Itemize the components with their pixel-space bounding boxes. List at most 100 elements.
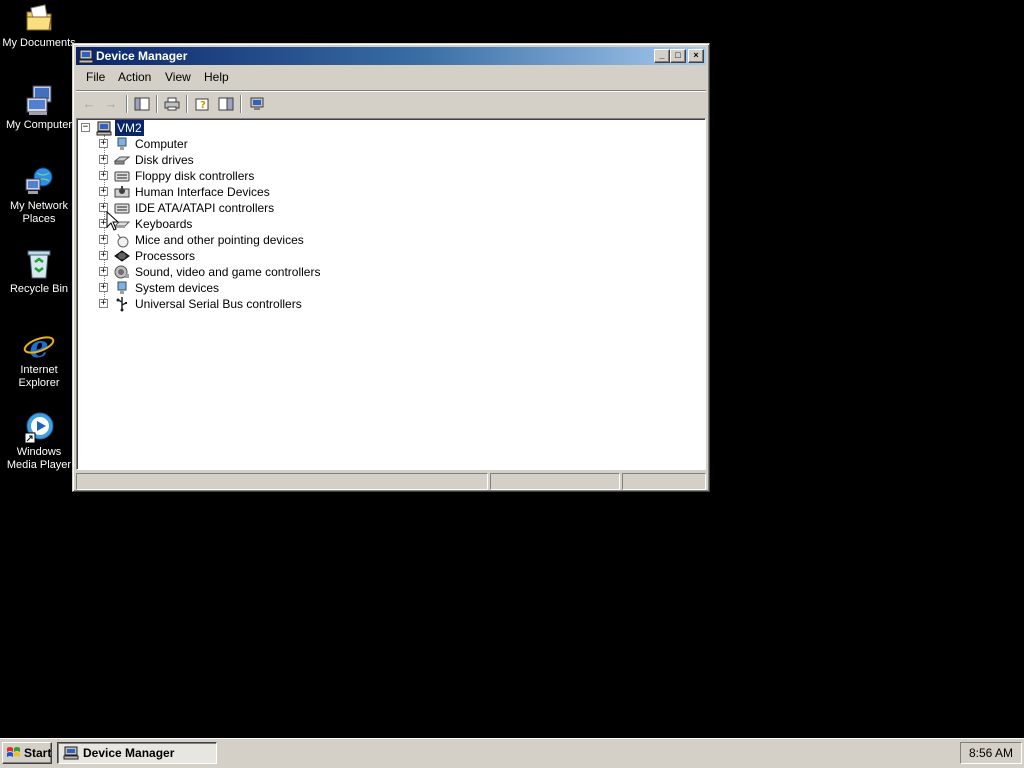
back-icon[interactable]: ← <box>79 95 99 113</box>
tree-item-usb-controllers[interactable]: + Universal Serial Bus controllers <box>99 296 399 312</box>
tree-item-disk-drives[interactable]: + Disk drives <box>99 152 399 168</box>
menu-action[interactable]: Action <box>118 70 151 84</box>
desktop-icon-label: My Computer <box>5 119 73 131</box>
expand-icon[interactable]: + <box>99 235 108 244</box>
svg-text:?: ? <box>200 100 206 111</box>
expand-icon[interactable]: + <box>99 155 108 164</box>
toolbar-separator <box>240 95 242 113</box>
desktop-icon-label: My Network Places <box>9 200 69 225</box>
help-icon[interactable] <box>216 95 236 113</box>
tree-item-sound-video-game-controllers[interactable]: + Sound, video and game controllers <box>99 264 399 280</box>
expand-icon[interactable]: + <box>99 171 108 180</box>
start-label: Start <box>24 746 52 760</box>
desktop-icon-label: My Documents <box>2 37 76 49</box>
media-player-icon <box>23 411 55 444</box>
tree-item-label: IDE ATA/ATAPI controllers <box>135 201 275 215</box>
scan-hardware-icon[interactable] <box>247 95 267 113</box>
disk-drive-icon <box>113 152 131 168</box>
maximize-button[interactable]: □ <box>670 49 686 63</box>
hid-icon <box>114 184 130 200</box>
expand-icon[interactable]: + <box>99 267 108 276</box>
tree-item-label: Sound, video and game controllers <box>135 265 321 279</box>
taskbar: Start Device Manager 8:56 AM <box>0 738 1024 768</box>
status-panel-main <box>76 473 488 490</box>
menu-file[interactable]: File <box>86 70 105 84</box>
minimize-icon: _ <box>659 50 665 60</box>
svg-text:e: e <box>29 330 48 361</box>
device-tree[interactable]: − VM2 + Computer + Disk drives + Floppy … <box>76 118 706 470</box>
tree-item-label: System devices <box>135 281 220 295</box>
show-hide-tree-icon[interactable] <box>132 95 152 113</box>
desktop-icon-label: Recycle Bin <box>9 283 69 295</box>
forward-icon[interactable]: → <box>101 95 121 113</box>
desktop: My Documents My Computer My Network Plac… <box>0 0 1024 738</box>
system-tray[interactable]: 8:56 AM <box>960 742 1022 764</box>
toolbar: ← → ? <box>76 90 706 116</box>
tree-item-floppy-disk-controllers[interactable]: + Floppy disk controllers <box>99 168 399 184</box>
maximize-icon: □ <box>675 50 681 60</box>
device-manager-icon <box>63 746 79 760</box>
menu-help[interactable]: Help <box>204 70 229 84</box>
desktop-icon-label: Internet Explorer <box>18 364 60 389</box>
taskbar-item-label: Device Manager <box>83 746 175 760</box>
tree-item-system-devices[interactable]: + System devices <box>99 280 399 296</box>
tree-item-keyboards[interactable]: + Keyboards <box>99 216 399 232</box>
tree-root-label: VM2 <box>115 120 144 136</box>
device-manager-icon <box>78 48 94 64</box>
minimize-button[interactable]: _ <box>654 49 670 63</box>
tree-item-ide-ata-atapi-controllers[interactable]: + IDE ATA/ATAPI controllers <box>99 200 399 216</box>
menu-bar: File Action View Help <box>76 67 706 87</box>
taskbar-item-device-manager[interactable]: Device Manager <box>57 742 217 764</box>
tree-item-label: Universal Serial Bus controllers <box>135 297 302 311</box>
tree-item-label: Floppy disk controllers <box>135 169 255 183</box>
mouse-icon <box>114 232 130 248</box>
expand-icon[interactable]: + <box>99 283 108 292</box>
desktop-icon-recycle-bin[interactable]: Recycle Bin <box>0 248 78 296</box>
tree-item-processors[interactable]: + Processors <box>99 248 399 264</box>
expand-icon[interactable]: + <box>99 139 108 148</box>
windows-logo-icon <box>6 746 22 760</box>
desktop-icon-my-network-places[interactable]: My Network Places <box>0 165 78 226</box>
collapse-icon[interactable]: − <box>81 123 90 132</box>
network-places-icon <box>23 165 55 197</box>
desktop-icon-windows-media-player[interactable]: Windows Media Player <box>0 411 78 472</box>
tree-item-label: Human Interface Devices <box>135 185 270 199</box>
internet-explorer-icon: e <box>23 329 55 365</box>
tree-item-human-interface-devices[interactable]: + Human Interface Devices <box>99 184 399 200</box>
processor-icon <box>114 248 130 264</box>
device-manager-window[interactable]: Device Manager _ □ × File Action View He… <box>72 43 710 492</box>
status-bar <box>76 473 706 490</box>
expand-icon[interactable]: + <box>99 187 108 196</box>
desktop-icon-my-documents[interactable]: My Documents <box>0 2 78 50</box>
close-icon: × <box>693 50 699 60</box>
expand-icon[interactable]: + <box>99 251 108 260</box>
toolbar-separator <box>186 95 188 113</box>
controller-icon <box>114 168 130 184</box>
tree-item-computer[interactable]: + Computer <box>99 136 399 152</box>
tree-item-label: Processors <box>135 249 196 263</box>
status-panel-right <box>622 473 706 490</box>
sound-icon <box>114 264 130 280</box>
properties-icon[interactable]: ? <box>192 95 212 113</box>
menu-view[interactable]: View <box>165 70 191 84</box>
toolbar-separator <box>156 95 158 113</box>
expand-icon[interactable]: + <box>99 299 108 308</box>
toolbar-separator <box>126 95 128 113</box>
tree-item-mice[interactable]: + Mice and other pointing devices <box>99 232 399 248</box>
tree-item-label: Computer <box>135 137 188 151</box>
recycle-bin-icon <box>23 248 55 280</box>
desktop-icon-internet-explorer[interactable]: e Internet Explorer <box>0 329 78 390</box>
computer-root-icon <box>96 120 112 136</box>
tree-item-label: Keyboards <box>135 217 193 231</box>
title-bar[interactable]: Device Manager _ □ × <box>76 47 706 65</box>
desktop-icon-label: Windows Media Player <box>6 446 72 471</box>
desktop-icon-my-computer[interactable]: My Computer <box>0 84 78 132</box>
print-icon[interactable] <box>162 95 182 113</box>
tree-root-vm2[interactable]: − VM2 <box>81 120 161 136</box>
close-button[interactable]: × <box>688 49 704 63</box>
computer-icon <box>114 136 130 152</box>
start-button[interactable]: Start <box>2 742 52 764</box>
tree-item-label: Mice and other pointing devices <box>135 233 304 247</box>
usb-icon <box>114 296 130 312</box>
system-device-icon <box>114 280 130 296</box>
